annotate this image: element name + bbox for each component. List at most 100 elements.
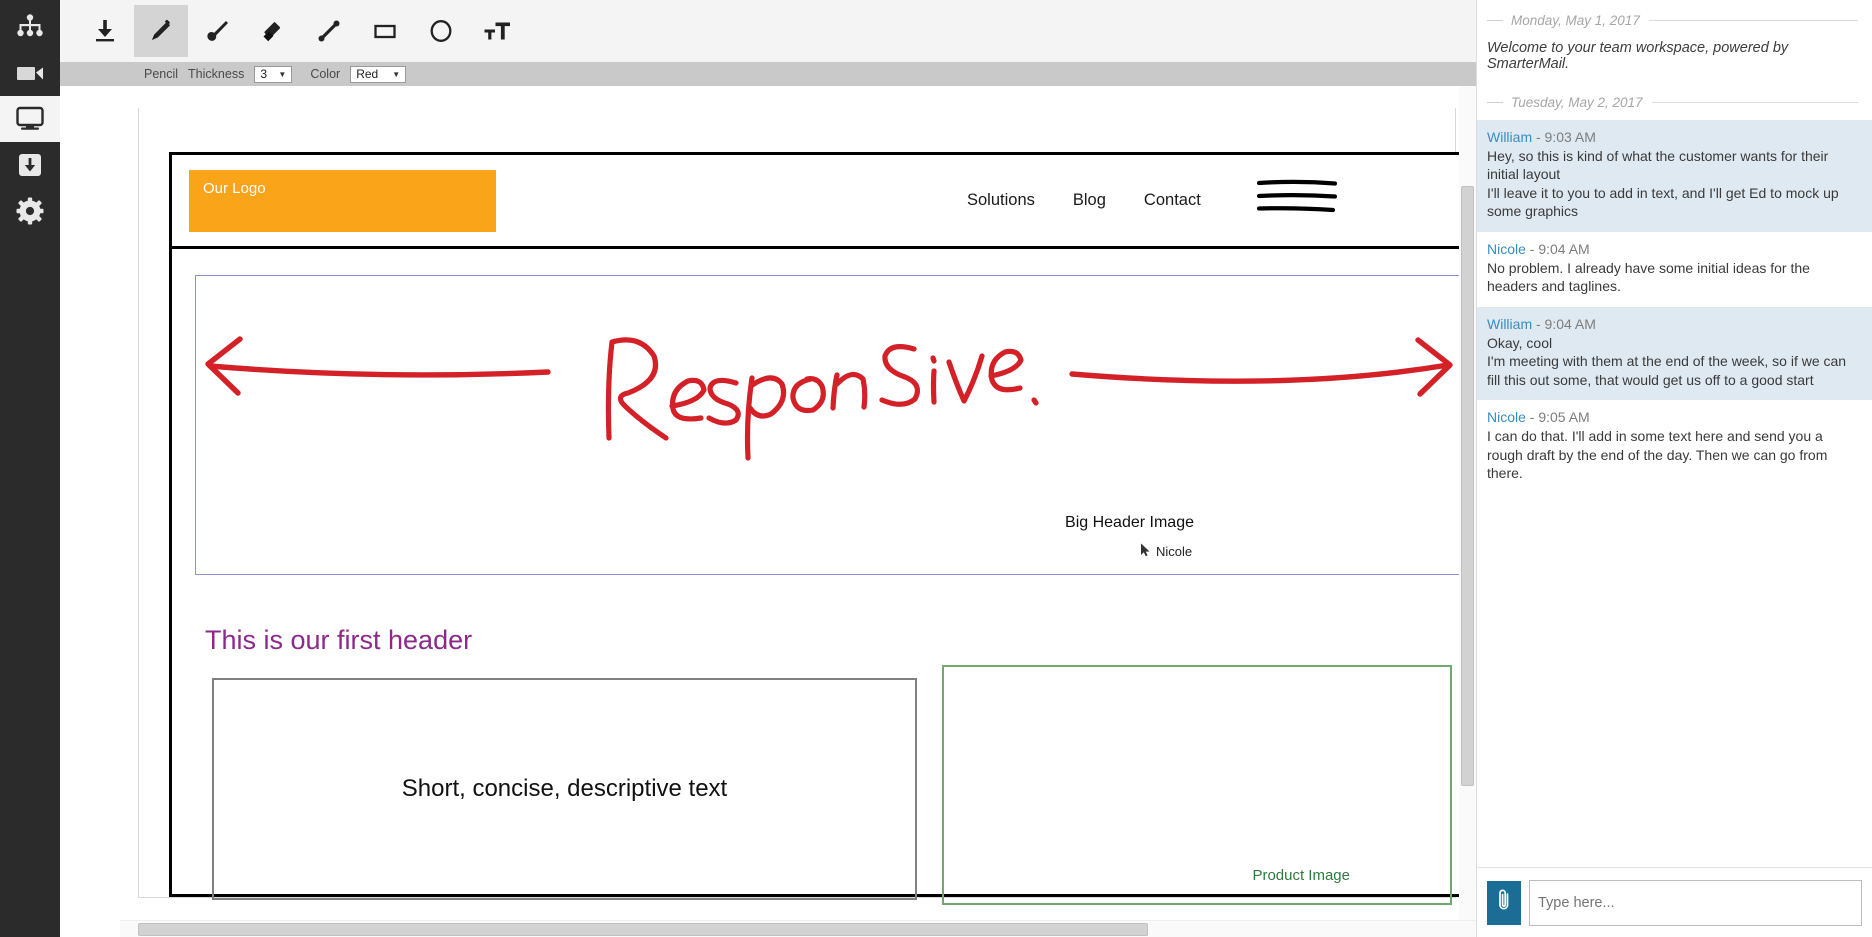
mockup-canvas[interactable]: Our Logo Solutions Blog Contact Big Head… xyxy=(138,108,1476,905)
nav-item-contact[interactable]: Contact xyxy=(1144,191,1201,210)
chat-message-line: Okay, cool xyxy=(1487,334,1553,351)
tool-options-bar: Pencil Thickness 3 ▼ Color Red ▼ xyxy=(60,62,1476,86)
ellipse-tool-button[interactable] xyxy=(414,5,468,57)
day-separator: Monday, May 1, 2017 xyxy=(1477,0,1872,38)
chat-message-line: Hey, so this is kind of what the custome… xyxy=(1487,148,1829,183)
gear-icon xyxy=(16,197,44,225)
chat-message: William - 9:04 AM Okay, cool I'm meeting… xyxy=(1477,306,1872,401)
active-tool-label: Pencil xyxy=(144,67,179,81)
sidebar-item-screenshare[interactable] xyxy=(0,96,60,142)
chat-message-time: - 9:04 AM xyxy=(1525,240,1590,257)
download-icon xyxy=(92,18,118,44)
brush-tool-button[interactable] xyxy=(190,5,244,57)
attach-file-button[interactable] xyxy=(1487,880,1521,925)
chat-message-input[interactable] xyxy=(1529,879,1862,926)
eraser-tool-button[interactable] xyxy=(246,5,300,57)
chat-message-time: - 9:04 AM xyxy=(1532,315,1596,332)
rectangle-icon xyxy=(371,17,399,45)
remote-cursor-nicole: Nicole xyxy=(1140,543,1192,560)
hero-image-placeholder: Big Header Image xyxy=(195,275,1465,575)
color-label: Color xyxy=(310,67,341,81)
thickness-label: Thickness xyxy=(188,67,245,81)
day-separator-label: Monday, May 1, 2017 xyxy=(1511,13,1640,28)
chat-message: Nicole - 9:04 AM No problem. I already h… xyxy=(1477,232,1872,307)
chat-message-author: William xyxy=(1487,129,1533,145)
chat-message-time: - 9:05 AM xyxy=(1525,409,1590,426)
chat-message: William - 9:03 AM Hey, so this is kind o… xyxy=(1477,120,1872,232)
cursor-pointer-icon xyxy=(1140,543,1151,560)
sidebar-item-downloads[interactable] xyxy=(0,142,60,188)
chat-message-author: Nicole xyxy=(1487,409,1526,426)
section-header-text: This is our first header xyxy=(205,625,473,655)
download-box-icon xyxy=(17,152,43,178)
separator-dash xyxy=(1487,20,1503,21)
whiteboard-area: Pencil Thickness 3 ▼ Color Red ▼ Our Log… xyxy=(60,0,1476,937)
video-camera-icon xyxy=(15,62,45,84)
pencil-tool-button[interactable] xyxy=(134,5,188,57)
hamburger-menu-icon[interactable] xyxy=(1256,177,1338,225)
brush-icon xyxy=(203,17,231,45)
chat-message-time: - 9:03 AM xyxy=(1532,129,1596,145)
logo-text: Our Logo xyxy=(203,180,266,197)
thickness-value: 3 xyxy=(260,67,268,81)
line-icon xyxy=(315,17,343,45)
chat-message-header: Nicole - 9:04 AM xyxy=(1487,241,1858,257)
chat-message-line: I can do that. I'll add in some text her… xyxy=(1487,428,1828,482)
canvas-vertical-scrollbar[interactable] xyxy=(1459,86,1476,937)
download-tool-button[interactable] xyxy=(78,5,132,57)
paperclip-icon xyxy=(1496,887,1512,918)
responsive-annotation xyxy=(205,336,1453,461)
canvas-horizontal-scroll-thumb[interactable] xyxy=(138,923,1148,936)
chat-message: Nicole - 9:05 AM I can do that. I'll add… xyxy=(1477,400,1872,493)
sitemap-icon xyxy=(16,14,44,40)
chat-message-line: I'm meeting with them at the end of the … xyxy=(1487,353,1847,388)
canvas-horizontal-scrollbar[interactable] xyxy=(120,920,1476,937)
body-text: Short, concise, descriptive text xyxy=(401,775,728,802)
chat-message-header: Nicole - 9:05 AM xyxy=(1487,409,1858,425)
text-icon xyxy=(482,17,512,45)
chat-message-line: No problem. I already have some initial … xyxy=(1487,259,1810,295)
canvas-vertical-scroll-thumb[interactable] xyxy=(1461,186,1474,786)
wireframe-nav: Solutions Blog Contact xyxy=(967,191,1201,210)
chevron-down-icon: ▼ xyxy=(392,69,401,79)
thickness-select[interactable]: 3 ▼ xyxy=(254,65,293,83)
chat-message-author: Nicole xyxy=(1487,240,1526,257)
color-select[interactable]: Red ▼ xyxy=(350,65,407,83)
logo-placeholder: Our Logo xyxy=(189,170,496,232)
chat-message-header: William - 9:04 AM xyxy=(1487,316,1858,332)
hero-image-label: Big Header Image xyxy=(1065,514,1194,531)
day-separator-label: Tuesday, May 2, 2017 xyxy=(1511,95,1643,110)
body-text-placeholder: Short, concise, descriptive text xyxy=(212,678,917,900)
pencil-icon xyxy=(147,17,175,45)
monitor-icon xyxy=(15,106,45,132)
sidebar-item-settings[interactable] xyxy=(0,188,60,234)
eraser-icon xyxy=(259,17,287,45)
website-wireframe: Our Logo Solutions Blog Contact Big Head… xyxy=(169,152,1476,905)
product-image-label: Product Image xyxy=(1252,867,1350,884)
product-image-placeholder: Product Image xyxy=(942,665,1452,905)
nav-item-solutions[interactable]: Solutions xyxy=(967,191,1035,210)
canvas-viewport[interactable]: Our Logo Solutions Blog Contact Big Head… xyxy=(60,86,1476,937)
separator-dash xyxy=(1487,102,1503,103)
chevron-down-icon: ▼ xyxy=(278,69,287,79)
sidebar-item-organization[interactable] xyxy=(0,4,60,50)
color-value: Red xyxy=(356,67,379,81)
line-tool-button[interactable] xyxy=(302,5,356,57)
chat-message-list[interactable]: Monday, May 1, 2017 Welcome to your team… xyxy=(1477,0,1872,867)
drawing-toolbar xyxy=(60,0,1476,62)
system-welcome-message: Welcome to your team workspace, powered … xyxy=(1487,40,1789,72)
app-root: Pencil Thickness 3 ▼ Color Red ▼ Our Log… xyxy=(0,0,1872,937)
nav-item-blog[interactable]: Blog xyxy=(1073,191,1106,210)
ellipse-icon xyxy=(427,17,455,45)
left-rail xyxy=(0,0,60,937)
wireframe-header: Our Logo Solutions Blog Contact xyxy=(172,155,1476,249)
chat-compose-bar xyxy=(1477,867,1872,937)
day-separator: Tuesday, May 2, 2017 xyxy=(1477,82,1872,120)
chat-panel: Monday, May 1, 2017 Welcome to your team… xyxy=(1476,0,1872,937)
separator-line xyxy=(1648,20,1858,21)
separator-line xyxy=(1651,102,1858,103)
text-tool-button[interactable] xyxy=(470,5,524,57)
rectangle-tool-button[interactable] xyxy=(358,5,412,57)
chat-message-header: William - 9:03 AM xyxy=(1487,129,1858,145)
sidebar-item-video[interactable] xyxy=(0,50,60,96)
